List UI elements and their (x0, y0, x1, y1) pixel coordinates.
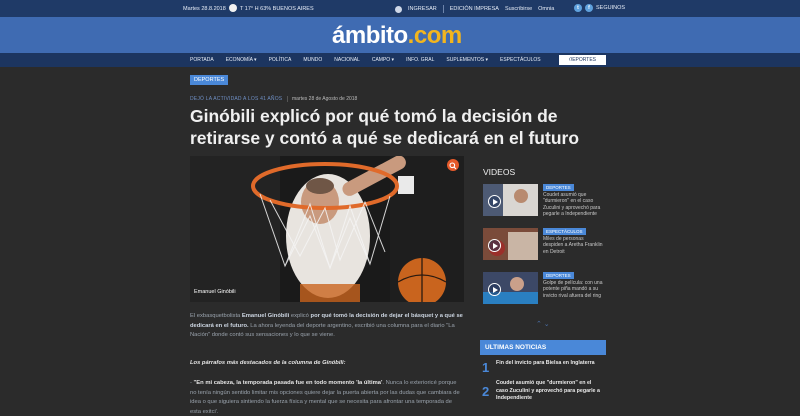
twitter-icon[interactable]: t (574, 4, 582, 12)
video-desc[interactable]: Golpe de película: con una potente piña … (543, 280, 605, 299)
divider (442, 5, 444, 13)
article-date: martes 28 de Agosto de 2018 (287, 96, 357, 102)
video-tag[interactable]: DEPORTES (543, 184, 574, 191)
print-edition-link[interactable]: EDICIÓN IMPRESA (450, 6, 499, 12)
video-tag[interactable]: DEPORTES (543, 272, 574, 279)
search-icon[interactable] (565, 56, 573, 64)
p1-text-a: El exbasquetbolista (190, 313, 242, 319)
nav-item-espectaculos[interactable]: ESPECTÁCULOS (496, 57, 549, 63)
article-paragraph-2: Los párrafos más destacados de la column… (190, 360, 346, 366)
p1-text-b: explicó (289, 313, 311, 319)
nav-item-nacional[interactable]: NACIONAL (330, 57, 368, 63)
p3-quote: "En mi cabeza, la temporada pasada fue e… (193, 380, 383, 386)
news-text[interactable]: Coudet asumió que "durmieron" en el caso… (496, 380, 604, 403)
nav-item-suplementos[interactable]: SUPLEMENTOS ▾ (442, 57, 496, 63)
video-thumbnail[interactable] (483, 272, 538, 304)
news-number: 1 (482, 360, 490, 375)
weather-info: T 17° H 63% BUENOS AIRES (240, 6, 314, 12)
logo-main: ámbito (332, 22, 408, 49)
site-logo[interactable]: ámbito.com (332, 22, 462, 50)
omnia-link[interactable]: Omnia (538, 6, 554, 12)
nav-item-info-gral[interactable]: INFO. GRAL (402, 57, 442, 63)
nav-item-politica[interactable]: POLÍTICA (265, 57, 300, 63)
user-links: INGRESAR EDICIÓN IMPRESA Suscribirse Omn… (395, 5, 554, 13)
latest-news-title: ULTIMAS NOTICIAS (480, 340, 606, 355)
play-icon[interactable] (488, 195, 501, 208)
user-icon (395, 5, 402, 13)
video-item[interactable]: ESPECTÁCULOS Miles de personas despiden … (483, 228, 607, 264)
video-item[interactable]: DEPORTES Coudet asumió que "durmieron" e… (483, 184, 607, 220)
facebook-icon[interactable]: f (585, 4, 593, 12)
section-badge[interactable]: DEPORTES (190, 75, 229, 85)
article-paragraph-1: El exbasquetbolista Emanuel Ginóbili exp… (190, 312, 464, 341)
follow-label: SEGUINOS (596, 5, 626, 11)
login-link[interactable]: INGRESAR (408, 6, 437, 12)
logo-suffix: .com (407, 22, 463, 49)
article-paragraph-3: - "En mi cabeza, la temporada pasada fue… (190, 379, 464, 416)
social-links: t f SEGUINOS (574, 4, 625, 12)
carousel-arrows-icon[interactable]: ⌃ ⌄ (536, 320, 550, 328)
play-icon[interactable] (488, 283, 501, 296)
article-kicker: DEJÓ LA ACTIVIDAD A LOS 41 AÑOS (190, 96, 283, 102)
top-utility-bar: Martes 28.8.2018 T 17° H 63% BUENOS AIRE… (0, 0, 800, 17)
video-thumbnail[interactable] (483, 184, 538, 216)
magnifier-glyph (449, 162, 457, 170)
news-number: 2 (482, 384, 490, 399)
video-tag[interactable]: ESPECTÁCULOS (543, 228, 586, 235)
article-headline: Ginóbili explicó por qué tomó la decisió… (190, 106, 580, 148)
news-text[interactable]: Fin del invicto para Bielsa en Inglaterr… (496, 360, 604, 368)
zoom-icon[interactable] (447, 159, 459, 171)
nav-item-portada[interactable]: PORTADA (186, 57, 222, 63)
current-date: Martes 28.8.2018 (183, 6, 226, 12)
article-photo[interactable]: Emanuel Ginóbili (190, 156, 464, 302)
videos-title: VIDEOS (483, 167, 516, 177)
nav-item-economia[interactable]: ECONOMÍA ▾ (222, 57, 265, 63)
subscribe-link[interactable]: Suscribirse (505, 6, 532, 12)
weather-icon (229, 4, 237, 12)
video-desc[interactable]: Coudet asumió que "durmieron" en el caso… (543, 192, 605, 217)
video-item[interactable]: DEPORTES Golpe de película: con una pote… (483, 272, 607, 308)
play-icon[interactable] (488, 239, 501, 252)
video-thumbnail[interactable] (483, 228, 538, 260)
video-desc[interactable]: Miles de personas despiden a Aretha Fran… (543, 236, 605, 255)
main-nav: PORTADA ECONOMÍA ▾ POLÍTICA MUNDO NACION… (0, 53, 800, 67)
basketball-photo (190, 156, 464, 302)
photo-caption: Emanuel Ginóbili (194, 289, 236, 295)
p1-name: Emanuel Ginóbili (241, 313, 290, 319)
nav-item-campo[interactable]: CAMPO ▾ (368, 57, 402, 63)
nav-item-mundo[interactable]: MUNDO (299, 57, 330, 63)
